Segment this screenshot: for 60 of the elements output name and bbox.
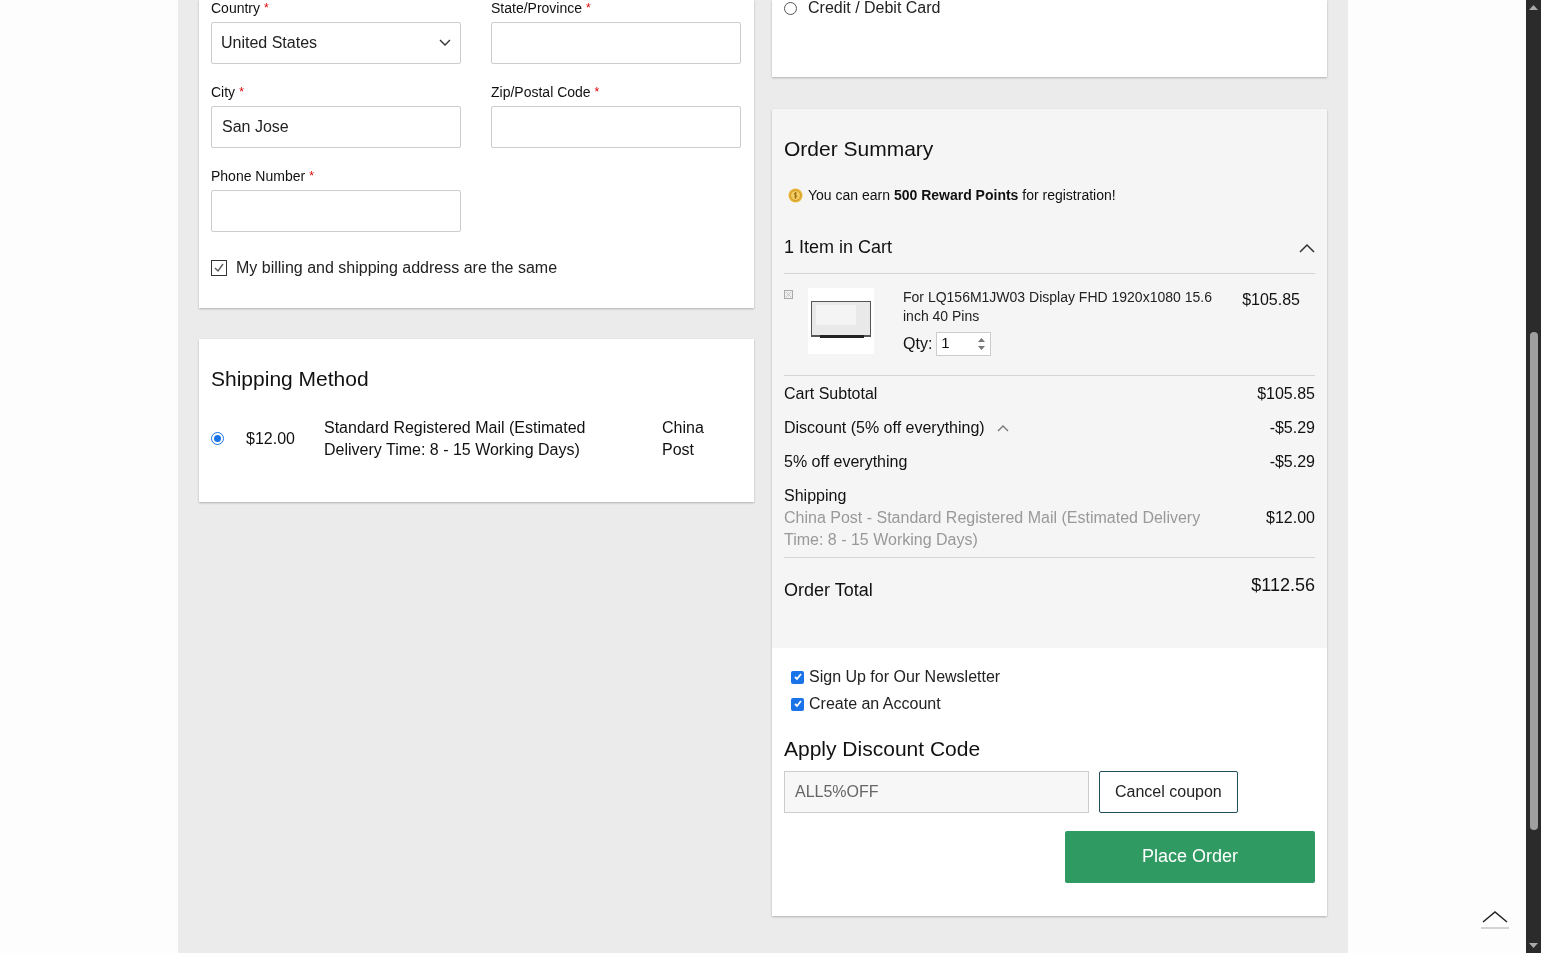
checkbox[interactable] [791,697,804,711]
product-name: For LQ156M1JW03 Display FHD 1920x1080 15.6 inch 40 Pins [903,287,1213,326]
total-amount: -$5.29 [1269,417,1315,438]
input-field[interactable] [491,106,741,148]
total-label: 5% off everything [784,451,908,472]
required-mark: * [239,84,244,101]
qty-label: Qty: [903,333,933,354]
checkbox[interactable] [791,670,804,684]
payment-option-label: Credit / Debit Card [808,0,941,16]
input-field[interactable]: San Jose [211,106,461,148]
input-field[interactable] [211,190,461,232]
scrollbar[interactable] [1526,0,1541,953]
country-select[interactable]: United States [211,22,461,64]
coin-icon [788,187,803,203]
field-label: Zip/Postal Code [491,84,591,100]
reward-notice: You can earn 500 Reward Points for registration! [808,185,1116,205]
shipping-price: $12.00 [246,428,296,449]
scroll-up-icon[interactable] [1529,4,1538,10]
section-title: Shipping Method [211,366,370,392]
total-amount: $12.00 [1266,507,1315,528]
order-total-amount: $112.56 [1251,573,1315,597]
product-price: $105.85 [1242,289,1300,310]
total-label: Cart Subtotal [784,383,878,404]
shipping-carrier: China Post [662,417,705,460]
required-mark: * [309,168,314,185]
back-to-top-icon[interactable] [1480,910,1510,930]
total-amount: $105.85 [1257,383,1315,404]
checkbox-label: Sign Up for Our Newsletter [809,667,1001,687]
radio-button[interactable] [784,1,797,15]
checkbox-label: Create an Account [809,694,941,714]
shipping-method-name: Standard Registered Mail (Estimated Delivery Time: 8 - 15 Working Days) [324,417,587,460]
total-label: Shipping [784,485,848,506]
scrollbar-thumb[interactable] [1529,332,1538,830]
radio-button[interactable] [211,432,224,445]
place-order-button[interactable]: Place Order [1065,830,1315,883]
qty-field[interactable]: 1 [936,331,992,356]
cart-toggle[interactable]: 1 Item in Cart [784,235,1315,274]
scroll-down-icon[interactable] [1529,943,1538,949]
shipping-detail: China Post - Standard Registered Mail (Estimated Delivery Time: 8 - 15 Working Days) [784,507,1202,550]
field-label: Phone Number [211,168,306,184]
checkbox[interactable] [211,260,227,276]
total-label: Discount (5% off everything) [784,417,985,438]
required-mark: * [264,0,269,17]
spinner-icon [977,336,987,351]
section-title: Order Summary [784,136,935,162]
field-label: City [211,84,236,100]
required-mark: * [586,0,591,17]
field-label: Country [211,0,261,16]
chevron-up-icon[interactable] [996,423,1009,432]
field-label: State/Province [491,0,583,16]
section-title: Apply Discount Code [784,736,982,762]
checkbox-label: My billing and shipping address are the same [236,258,558,278]
cancel-coupon-button[interactable]: Cancel coupon [1099,770,1238,813]
broken-image-icon [784,289,793,299]
input-field[interactable] [491,22,741,64]
required-mark: * [594,84,600,101]
discount-code-field[interactable]: ALL5%OFF [784,770,1089,813]
order-total-label: Order Total [784,578,873,602]
chevron-down-icon [439,39,451,47]
total-amount: -$5.29 [1269,451,1315,472]
